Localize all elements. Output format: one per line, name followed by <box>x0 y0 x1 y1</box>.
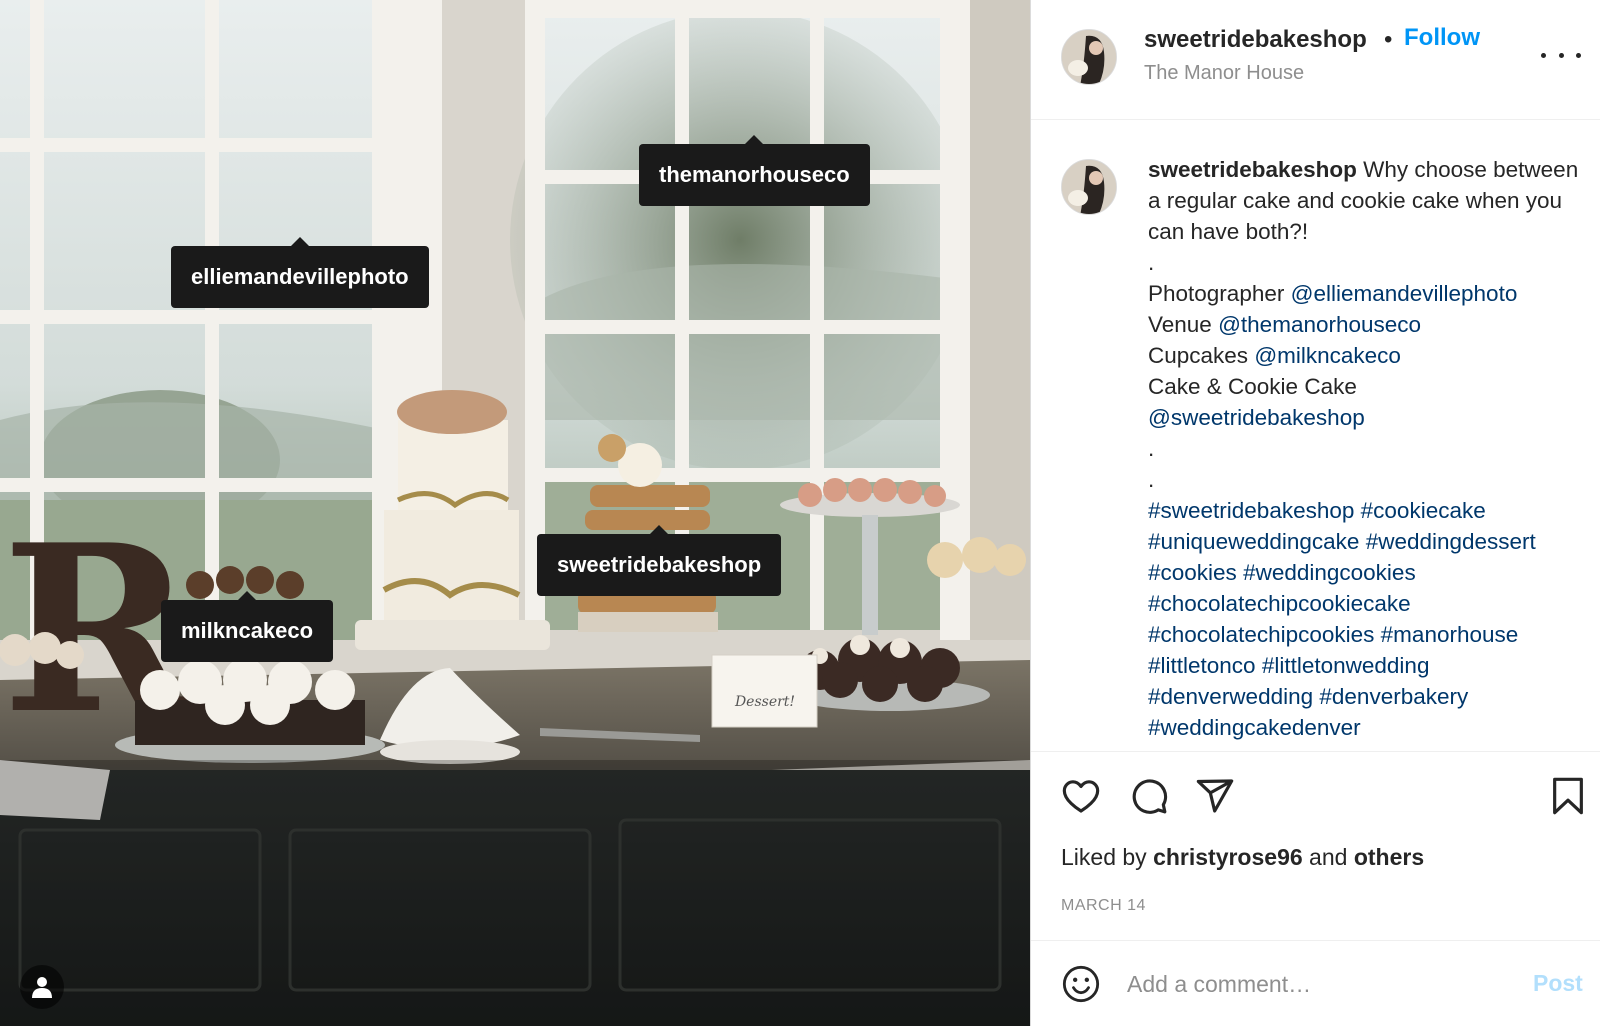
hashtag-row: #chocolatechipcookiecake <box>1148 588 1593 619</box>
avatar[interactable] <box>1061 159 1117 215</box>
more-icon <box>1558 52 1564 58</box>
hashtag-link[interactable]: #sweetridebakeshop <box>1148 498 1354 523</box>
hashtag-link[interactable]: #weddingcookies <box>1243 560 1416 585</box>
bookmark-icon <box>1553 777 1583 815</box>
like-button[interactable] <box>1061 776 1101 821</box>
mention-link[interactable]: @elliemandevillephoto <box>1291 281 1518 306</box>
post-date[interactable]: MARCH 14 <box>1061 897 1146 915</box>
comment-button[interactable] <box>1129 776 1169 821</box>
dessert-table-scene: R Dessert! <box>0 0 1030 1026</box>
caption-section: sweetridebakeshop Why choose between a r… <box>1031 121 1600 750</box>
caption-username[interactable]: sweetridebakeshop <box>1148 157 1357 182</box>
emoji-icon <box>1062 965 1100 1003</box>
post-header: sweetridebakeshop • Follow The Manor Hou… <box>1031 0 1600 120</box>
location-link[interactable]: The Manor House <box>1144 62 1304 85</box>
caption-dot: . <box>1148 467 1155 492</box>
likes-others-link[interactable]: others <box>1354 844 1424 870</box>
credit-label: Cupcakes <box>1148 343 1255 368</box>
caption-dot: . <box>1148 436 1155 461</box>
liker-username[interactable]: christyrose96 <box>1153 844 1303 870</box>
hashtag-row: #littletonco #littletonwedding <box>1148 650 1593 681</box>
hashtag-link[interactable]: #chocolatechipcookiecake <box>1148 591 1411 616</box>
hashtag-row: #uniqueweddingcake #weddingdessert <box>1148 526 1593 557</box>
share-button[interactable] <box>1195 776 1235 821</box>
photo-tag-sweetridebakeshop[interactable]: sweetridebakeshop <box>537 525 782 596</box>
more-icon <box>1541 52 1546 58</box>
hashtag-link[interactable]: #littletonwedding <box>1262 653 1430 678</box>
action-bar: Liked by christyrose96 and others MARCH … <box>1031 751 1600 941</box>
comment-icon <box>1132 779 1168 814</box>
profile-photo-icon <box>1062 30 1116 84</box>
dessert-sign-text: Dessert! <box>734 694 795 710</box>
credit-cake: Cake & Cookie Cake <box>1148 374 1357 399</box>
author-username[interactable]: sweetridebakeshop <box>1144 26 1367 54</box>
comment-bar: Post <box>1031 942 1600 1026</box>
share-icon <box>1196 779 1234 813</box>
save-button[interactable] <box>1551 776 1585 821</box>
hashtag-link[interactable]: #manorhouse <box>1381 622 1519 647</box>
credit-venue: Venue @themanorhouseco <box>1148 309 1593 340</box>
hashtag-link[interactable]: #cookiecake <box>1361 498 1486 523</box>
avatar[interactable] <box>1061 29 1117 85</box>
likes-and: and <box>1302 844 1354 870</box>
credit-label: Photographer <box>1148 281 1291 306</box>
hashtag-link[interactable]: #uniqueweddingcake <box>1148 529 1359 554</box>
user-tag-button[interactable] <box>20 965 64 1009</box>
post-details-panel: sweetridebakeshop • Follow The Manor Hou… <box>1030 0 1600 1026</box>
hashtag-link[interactable]: #chocolatechipcookies <box>1148 622 1374 647</box>
hashtag-link[interactable]: #denverbakery <box>1319 684 1468 709</box>
credit-cupcakes: Cupcakes @milkncakeco <box>1148 340 1593 371</box>
credit-cake-handle: @sweetridebakeshop <box>1148 402 1593 433</box>
hashtag-row: #cookies #weddingcookies <box>1148 557 1593 588</box>
hashtag-row: #denverwedding #denverbakery <box>1148 681 1593 712</box>
photo-tag-themanorhouseco[interactable]: themanorhouseco <box>639 135 870 206</box>
hashtag-row: #chocolatechipcookies #manorhouse <box>1148 619 1593 650</box>
follow-button[interactable]: Follow <box>1404 24 1480 52</box>
emoji-button[interactable] <box>1061 964 1101 1009</box>
photo-tag-elliemandevillephoto[interactable]: elliemandevillephoto <box>171 237 429 308</box>
caption-intro: sweetridebakeshop Why choose between a r… <box>1148 154 1593 247</box>
likes-summary: Liked by christyrose96 and others <box>1061 844 1424 871</box>
likes-prefix: Liked by <box>1061 844 1154 870</box>
heart-icon <box>1062 780 1100 813</box>
photo-tag-milkncakeco[interactable]: milkncakeco <box>161 591 334 662</box>
comment-input[interactable] <box>1127 962 1507 1006</box>
separator-dot: • <box>1384 26 1393 53</box>
more-icon <box>1576 52 1581 58</box>
profile-photo-icon <box>1062 160 1116 214</box>
hashtag-link[interactable]: #weddingdessert <box>1366 529 1536 554</box>
post-photo[interactable]: R Dessert! elliemandevillephoto themanor… <box>0 0 1030 1026</box>
credit-photographer: Photographer @elliemandevillephoto <box>1148 278 1593 309</box>
more-options-button[interactable] <box>1541 40 1581 70</box>
caption-text: sweetridebakeshop Why choose between a r… <box>1148 154 1593 743</box>
post-comment-button[interactable]: Post <box>1533 970 1583 997</box>
hashtag-row: #weddingcakedenver <box>1148 712 1593 743</box>
hashtag-link[interactable]: #cookies <box>1148 560 1237 585</box>
hashtag-link[interactable]: #littletonco <box>1148 653 1256 678</box>
hashtag-row: #sweetridebakeshop #cookiecake <box>1148 495 1593 526</box>
user-tag-icon <box>32 977 52 998</box>
mention-link[interactable]: @sweetridebakeshop <box>1148 405 1365 430</box>
mention-link[interactable]: @milkncakeco <box>1254 343 1401 368</box>
caption-dot: . <box>1148 250 1155 275</box>
hashtag-link[interactable]: #denverwedding <box>1148 684 1313 709</box>
credit-label: Venue <box>1148 312 1219 337</box>
mention-link[interactable]: @themanorhouseco <box>1218 312 1421 337</box>
hashtag-link[interactable]: #weddingcakedenver <box>1148 715 1361 740</box>
